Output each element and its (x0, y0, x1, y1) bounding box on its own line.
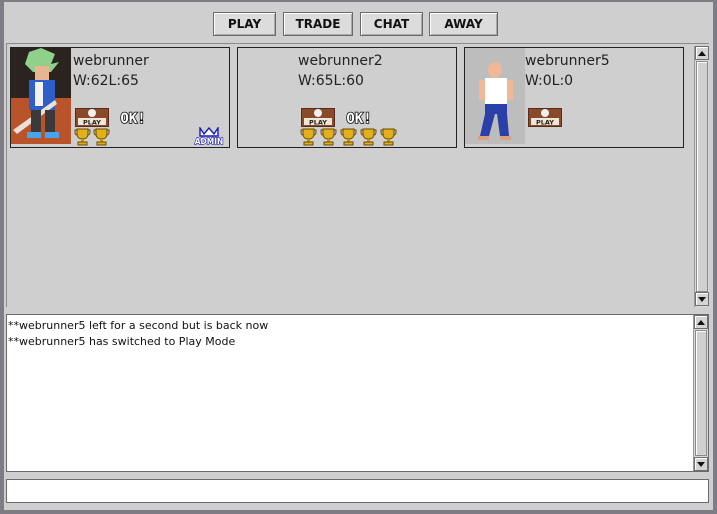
arrow-down-icon (698, 296, 706, 302)
arrow-up-icon (697, 319, 705, 325)
trophy-icon (340, 128, 357, 146)
admin-badge-icon: ADMIN (194, 127, 224, 145)
trophy-icon (93, 128, 110, 146)
scroll-thumb[interactable] (696, 61, 708, 292)
scroll-down-button[interactable] (695, 292, 709, 306)
play-button[interactable]: PLAY (213, 12, 276, 36)
trade-button[interactable]: TRADE (283, 12, 353, 36)
player-record: W:65L:60 (298, 73, 364, 89)
player-list: webrunner W:62L:65 PLAY OK! ADMIN webrun… (6, 43, 709, 307)
player-record: W:62L:65 (73, 73, 139, 89)
player-list-scrollbar[interactable] (694, 46, 709, 307)
chat-input[interactable] (6, 479, 709, 503)
ok-badge-icon: OK! (120, 110, 147, 127)
chat-button[interactable]: CHAT (360, 12, 423, 36)
play-badge-label: PLAY (536, 118, 554, 126)
trophy-icon (74, 128, 91, 146)
player-name: webrunner5 (525, 53, 610, 69)
play-badge-label: PLAY (83, 118, 101, 126)
player-record: W:0L:0 (525, 73, 574, 89)
trophy-icon (380, 128, 397, 146)
chat-message: **webrunner5 has switched to Play Mode (8, 334, 236, 348)
scroll-down-button[interactable] (694, 457, 708, 471)
arrow-down-icon (697, 461, 705, 467)
trophy-icon (360, 128, 377, 146)
arrow-up-icon (698, 50, 706, 56)
trophy-icon (300, 128, 317, 146)
scroll-up-button[interactable] (695, 46, 709, 60)
trophy-icon (320, 128, 337, 146)
player-card[interactable]: webrunner5 W:0L:0 PLAY (464, 47, 684, 148)
play-badge-icon: PLAY (528, 108, 562, 127)
admin-badge-label: ADMIN (195, 137, 224, 145)
toolbar: PLAY TRADE CHAT AWAY (4, 11, 713, 39)
status-ok-label: OK! (120, 111, 145, 127)
game-lobby-window: PLAY TRADE CHAT AWAY webrunner W:62L:65 (4, 2, 713, 510)
player-name: webrunner (73, 53, 149, 69)
splitter[interactable] (4, 307, 713, 314)
chat-message: **webrunner5 left for a second but is ba… (8, 319, 269, 332)
play-badge-icon: PLAY (75, 108, 109, 127)
scroll-up-button[interactable] (694, 315, 708, 329)
chat-log[interactable]: **webrunner5 left for a second but is ba… (6, 314, 709, 472)
scroll-thumb[interactable] (695, 330, 707, 456)
play-badge-icon: PLAY (301, 108, 335, 127)
player-card[interactable]: webrunner2 W:65L:60 PLAY OK! (237, 47, 457, 148)
chat-scrollbar[interactable] (693, 315, 708, 471)
player-avatar-icon (465, 48, 525, 144)
away-button[interactable]: AWAY (429, 12, 498, 36)
status-ok-label: OK! (346, 111, 371, 127)
player-card[interactable]: webrunner W:62L:65 PLAY OK! ADMIN (10, 47, 230, 148)
player-name: webrunner2 (298, 53, 383, 69)
ok-badge-icon: OK! (346, 110, 373, 127)
player-avatar-icon (11, 48, 71, 144)
play-badge-label: PLAY (309, 118, 327, 126)
